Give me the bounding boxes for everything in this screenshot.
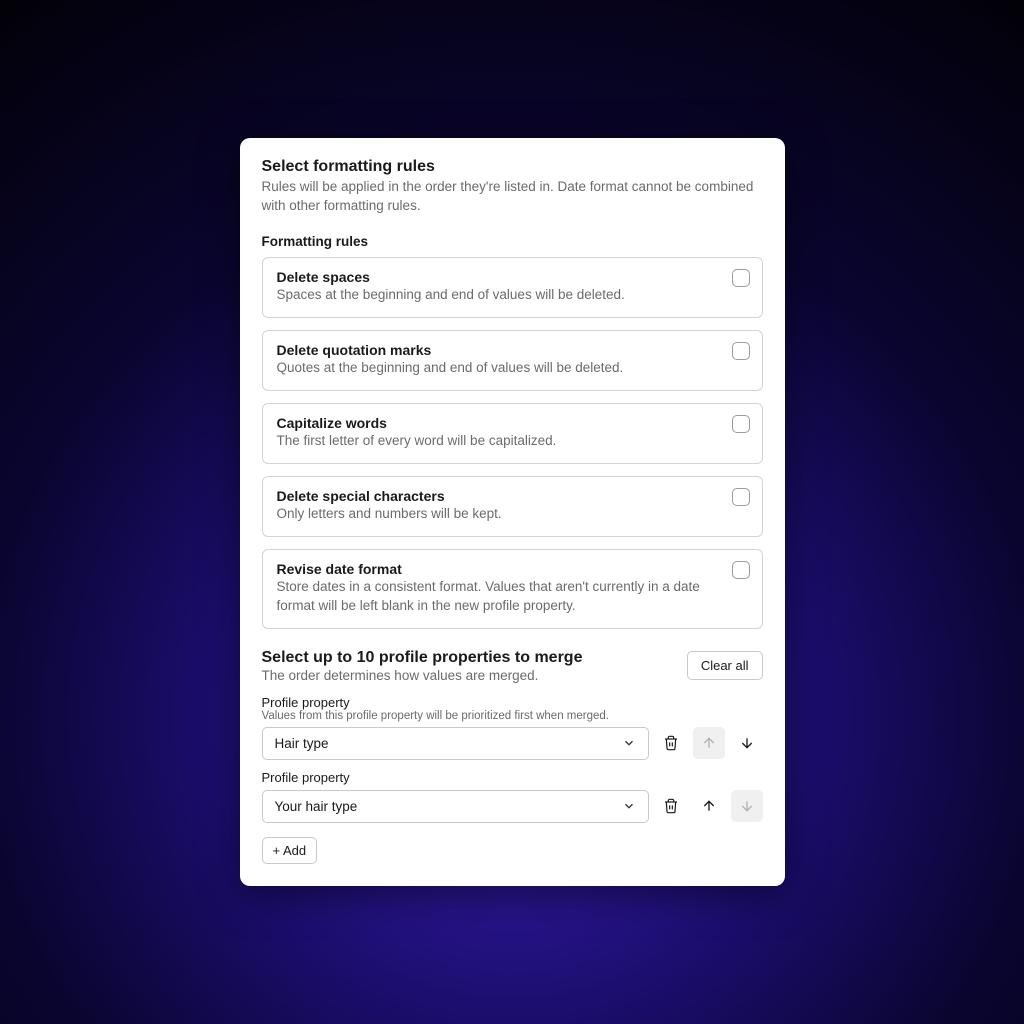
rule-delete-quotes[interactable]: Delete quotation marks Quotes at the beg… bbox=[262, 330, 763, 391]
rule-capitalize[interactable]: Capitalize words The first letter of eve… bbox=[262, 403, 763, 464]
formatting-section: Select formatting rules Rules will be ap… bbox=[262, 158, 763, 628]
rule-checkbox[interactable] bbox=[732, 269, 750, 287]
property-hint: Values from this profile property will b… bbox=[262, 710, 763, 722]
property-value: Hair type bbox=[275, 736, 329, 751]
formatting-subheading: Formatting rules bbox=[262, 234, 763, 249]
rule-checkbox[interactable] bbox=[732, 415, 750, 433]
arrow-down-icon bbox=[739, 798, 755, 814]
move-down-button[interactable] bbox=[731, 727, 763, 759]
delete-button[interactable] bbox=[655, 790, 687, 822]
move-up-button[interactable] bbox=[693, 790, 725, 822]
merge-description: The order determines how values are merg… bbox=[262, 668, 687, 683]
merge-header: Select up to 10 profile properties to me… bbox=[262, 649, 763, 683]
arrow-down-icon bbox=[739, 735, 755, 751]
rule-checkbox[interactable] bbox=[732, 342, 750, 360]
rule-delete-special[interactable]: Delete special characters Only letters a… bbox=[262, 476, 763, 537]
clear-all-button[interactable]: Clear all bbox=[687, 651, 763, 680]
add-button[interactable]: + Add bbox=[262, 837, 318, 864]
rule-revise-date[interactable]: Revise date format Store dates in a cons… bbox=[262, 549, 763, 629]
move-down-button bbox=[731, 790, 763, 822]
formatting-description: Rules will be applied in the order they'… bbox=[262, 178, 763, 216]
rule-desc: Only letters and numbers will be kept. bbox=[277, 505, 748, 524]
chevron-down-icon bbox=[622, 736, 636, 750]
rule-desc: Store dates in a consistent format. Valu… bbox=[277, 578, 748, 616]
rule-title: Delete special characters bbox=[277, 488, 748, 504]
profile-property-row: Profile property Values from this profil… bbox=[262, 695, 763, 760]
rule-desc: Spaces at the beginning and end of value… bbox=[277, 286, 748, 305]
property-select[interactable]: Your hair type bbox=[262, 790, 649, 823]
rule-title: Capitalize words bbox=[277, 415, 748, 431]
property-select[interactable]: Hair type bbox=[262, 727, 649, 760]
property-label: Profile property bbox=[262, 695, 763, 710]
chevron-down-icon bbox=[622, 799, 636, 813]
formatting-title: Select formatting rules bbox=[262, 158, 763, 176]
trash-icon bbox=[663, 735, 679, 751]
rule-checkbox[interactable] bbox=[732, 561, 750, 579]
move-up-button bbox=[693, 727, 725, 759]
trash-icon bbox=[663, 798, 679, 814]
rule-title: Revise date format bbox=[277, 561, 748, 577]
rule-checkbox[interactable] bbox=[732, 488, 750, 506]
rule-title: Delete spaces bbox=[277, 269, 748, 285]
rule-delete-spaces[interactable]: Delete spaces Spaces at the beginning an… bbox=[262, 257, 763, 318]
settings-panel: Select formatting rules Rules will be ap… bbox=[240, 138, 785, 885]
rule-desc: Quotes at the beginning and end of value… bbox=[277, 359, 748, 378]
profile-property-row: Profile property Your hair type bbox=[262, 770, 763, 823]
arrow-up-icon bbox=[701, 798, 717, 814]
property-label: Profile property bbox=[262, 770, 763, 785]
delete-button[interactable] bbox=[655, 727, 687, 759]
rule-desc: The first letter of every word will be c… bbox=[277, 432, 748, 451]
rule-title: Delete quotation marks bbox=[277, 342, 748, 358]
merge-title: Select up to 10 profile properties to me… bbox=[262, 649, 687, 667]
arrow-up-icon bbox=[701, 735, 717, 751]
property-value: Your hair type bbox=[275, 799, 358, 814]
